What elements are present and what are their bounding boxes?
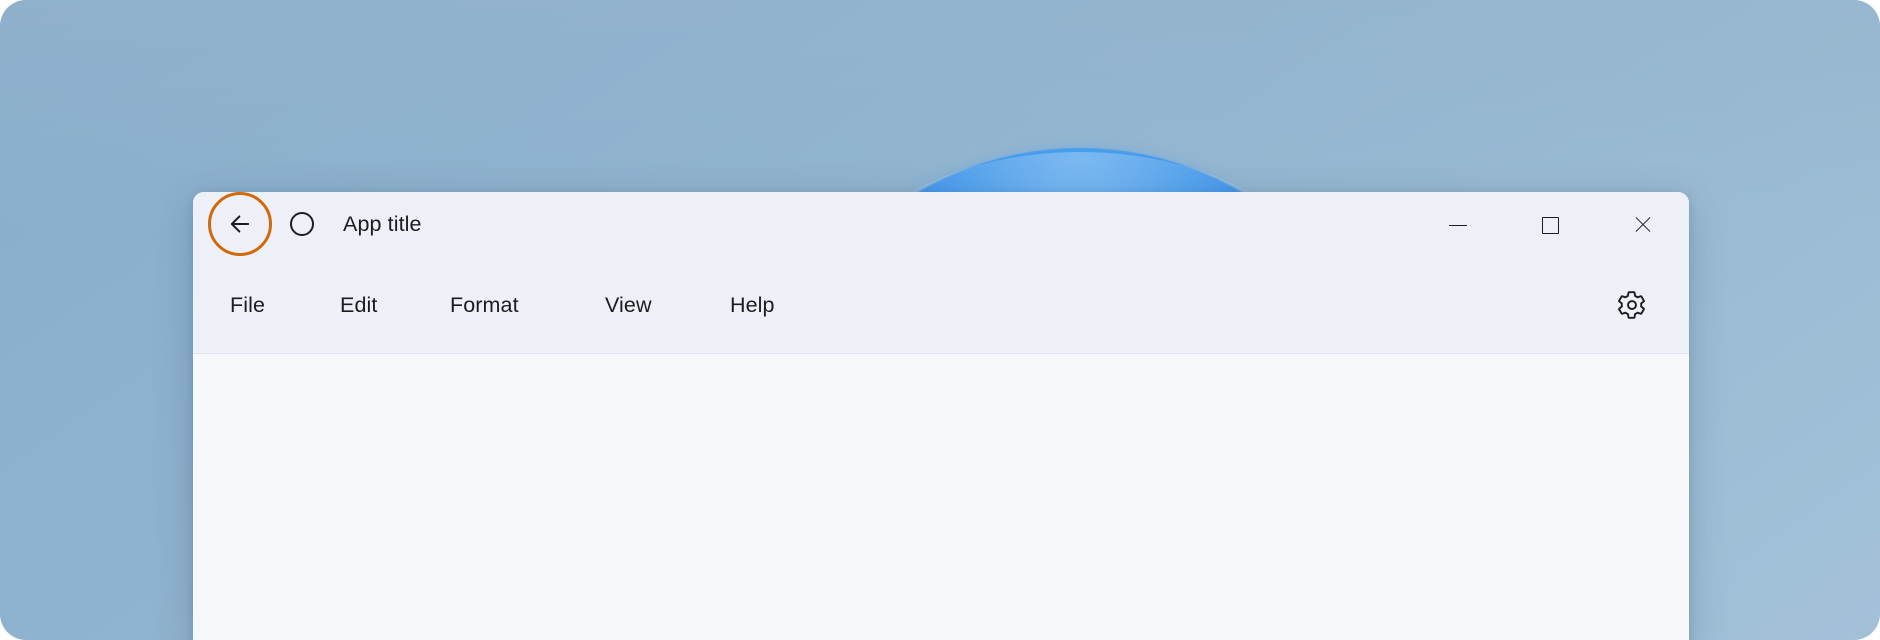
gear-icon: [1618, 291, 1645, 319]
settings-button[interactable]: [1610, 283, 1654, 327]
window-titlebar[interactable]: App title: [193, 192, 1689, 257]
close-button[interactable]: [1620, 203, 1666, 247]
back-arrow-icon: [230, 215, 250, 233]
menu-item-help[interactable]: Help: [730, 257, 775, 353]
minimize-icon: [1449, 224, 1467, 226]
close-icon: [1633, 215, 1653, 235]
screen: App title File Edit Format View Help: [0, 0, 1880, 640]
menu-item-view[interactable]: View: [605, 257, 652, 353]
minimize-button[interactable]: [1435, 203, 1481, 247]
app-circle-icon: [290, 212, 314, 236]
menu-item-format[interactable]: Format: [450, 257, 519, 353]
maximize-button[interactable]: [1527, 203, 1573, 247]
menu-item-file[interactable]: File: [230, 257, 265, 353]
app-window: App title File Edit Format View Help: [193, 192, 1689, 640]
window-menubar: File Edit Format View Help: [193, 257, 1689, 354]
window-title: App title: [343, 212, 422, 236]
back-button[interactable]: [212, 196, 268, 252]
window-content-area: [193, 354, 1689, 640]
maximize-icon: [1541, 216, 1559, 234]
menu-item-edit[interactable]: Edit: [340, 257, 377, 353]
